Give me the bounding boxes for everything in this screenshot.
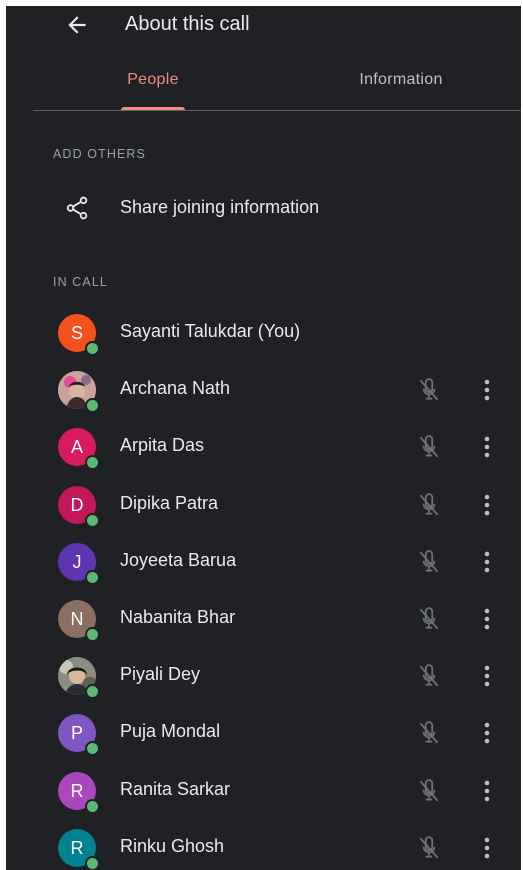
participant-row[interactable]: A Arpita Das: [6, 418, 521, 475]
more-options-icon[interactable]: [478, 549, 496, 575]
mic-off-icon[interactable]: [416, 835, 442, 861]
avatar: N: [58, 600, 100, 642]
tab-people[interactable]: People: [93, 62, 213, 110]
avatar: S: [58, 314, 100, 356]
more-options-icon[interactable]: [478, 606, 496, 632]
about-call-screen: About this call People Information ADD O…: [6, 6, 521, 870]
participant-row[interactable]: R Rinku Ghosh: [6, 819, 521, 870]
participant-name: Arpita Das: [120, 435, 205, 455]
avatar-initial: N: [70, 609, 84, 629]
share-joining-info-button[interactable]: Share joining information: [6, 186, 521, 230]
share-joining-info-label: Share joining information: [120, 197, 320, 217]
participant-row[interactable]: N Nabanita Bhar: [6, 590, 521, 647]
tab-people-label: People: [127, 71, 179, 88]
online-status-icon: [85, 684, 100, 699]
participant-name: Rinku Ghosh: [120, 836, 225, 856]
arrow-back-icon[interactable]: [64, 12, 90, 38]
app-bar: About this call: [6, 6, 521, 42]
mic-off-icon[interactable]: [416, 606, 442, 632]
mic-off-icon[interactable]: [416, 720, 442, 746]
add-others-heading: ADD OTHERS: [53, 147, 146, 161]
in-call-heading: IN CALL: [53, 275, 108, 289]
participant-name: Ranita Sarkar: [120, 779, 231, 799]
online-status-icon: [85, 341, 100, 356]
share-icon: [64, 195, 90, 221]
participant-row[interactable]: Archana Nath: [6, 361, 521, 418]
participant-name: Piyali Dey: [120, 664, 201, 684]
more-options-icon[interactable]: [478, 377, 496, 403]
avatar: J: [58, 543, 100, 585]
mic-off-icon[interactable]: [416, 377, 442, 403]
avatar: A: [58, 428, 100, 470]
avatar-initial: D: [70, 495, 84, 515]
mic-off-icon[interactable]: [416, 434, 442, 460]
more-options-icon[interactable]: [478, 492, 496, 518]
online-status-icon: [85, 741, 100, 756]
online-status-icon: [85, 513, 100, 528]
participant-row[interactable]: R Ranita Sarkar: [6, 762, 521, 819]
avatar-initial: A: [70, 437, 83, 457]
mic-off-icon[interactable]: [416, 663, 442, 689]
more-options-icon[interactable]: [478, 663, 496, 689]
more-options-icon[interactable]: [478, 778, 496, 804]
online-status-icon: [85, 856, 100, 870]
mic-off-icon[interactable]: [416, 778, 442, 804]
more-options-icon[interactable]: [478, 835, 496, 861]
avatar: R: [58, 829, 100, 870]
avatar-initial: R: [70, 838, 84, 858]
page-title: About this call: [125, 13, 250, 35]
participant-name: Joyeeta Barua: [120, 550, 237, 570]
participant-name: Sayanti Talukdar (You): [120, 321, 301, 341]
participant-name: Puja Mondal: [120, 721, 221, 741]
online-status-icon: [85, 455, 100, 470]
avatar: [58, 371, 100, 413]
avatar-initial: P: [70, 723, 83, 743]
active-tab-indicator: [121, 107, 185, 110]
participant-row[interactable]: D Dipika Patra: [6, 476, 521, 533]
avatar: P: [58, 714, 100, 756]
mic-off-icon[interactable]: [416, 492, 442, 518]
avatar-initial: J: [72, 552, 82, 572]
participant-row[interactable]: Piyali Dey: [6, 647, 521, 704]
avatar: [58, 657, 100, 699]
avatar: D: [58, 486, 100, 528]
online-status-icon: [85, 570, 100, 585]
avatar-initial: R: [70, 781, 84, 801]
avatar-initial: S: [70, 323, 83, 343]
mic-off-icon[interactable]: [416, 549, 442, 575]
avatar: R: [58, 772, 100, 814]
more-options-icon[interactable]: [478, 720, 496, 746]
tab-information-label: Information: [359, 71, 443, 88]
online-status-icon: [85, 799, 100, 814]
more-options-icon[interactable]: [478, 434, 496, 460]
participant-name: Archana Nath: [120, 378, 231, 398]
tab-bar: People Information: [33, 62, 521, 111]
participant-name: Nabanita Bhar: [120, 607, 236, 627]
online-status-icon: [85, 398, 100, 413]
participant-name: Dipika Patra: [120, 493, 219, 513]
participant-row[interactable]: S Sayanti Talukdar (You): [6, 304, 521, 361]
participant-row[interactable]: J Joyeeta Barua: [6, 533, 521, 590]
tab-information[interactable]: Information: [341, 62, 461, 110]
participant-row[interactable]: P Puja Mondal: [6, 704, 521, 761]
online-status-icon: [85, 627, 100, 642]
